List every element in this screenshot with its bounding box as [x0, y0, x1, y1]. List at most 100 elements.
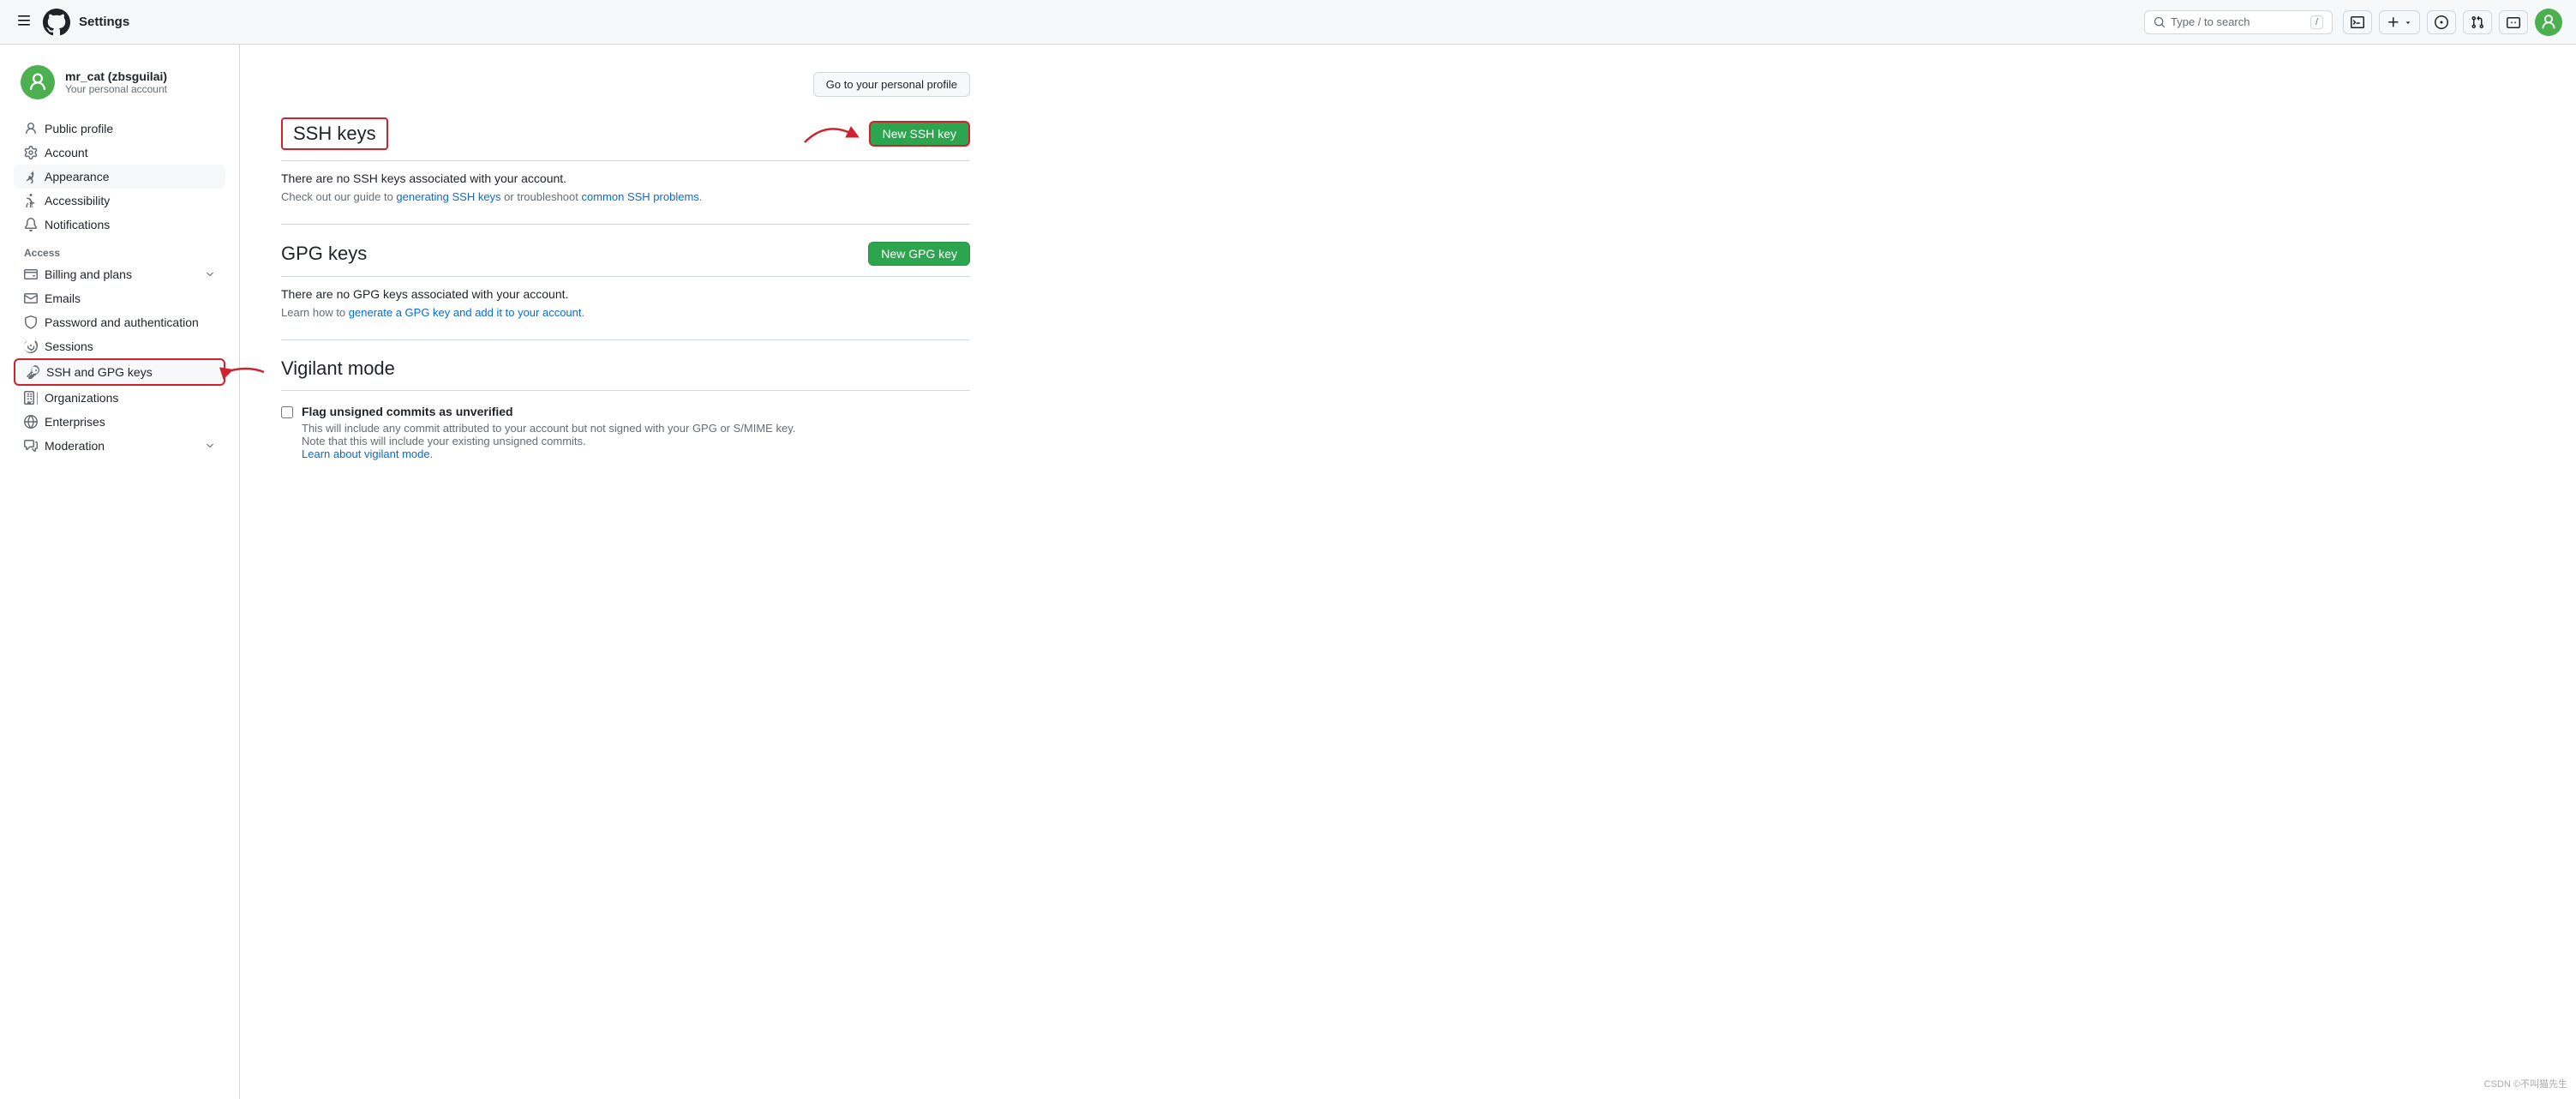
ssh-help-text: Check out our guide to generating SSH ke… — [281, 190, 970, 203]
search-kbd: / — [2310, 15, 2323, 29]
gpg-section-title: GPG keys — [281, 243, 367, 265]
pullrequest-button[interactable] — [2463, 10, 2492, 34]
inbox-button[interactable] — [2499, 10, 2528, 34]
main-content: Go to your personal profile SSH keys New… — [240, 45, 1011, 1099]
key-icon — [26, 365, 39, 379]
chevron-down-icon — [205, 269, 215, 279]
sidebar-item-moderation[interactable]: Moderation — [14, 434, 225, 458]
gpg-help-prefix: Learn how to — [281, 306, 349, 319]
sidebar-label-moderation: Moderation — [45, 439, 105, 453]
accessibility-icon — [24, 194, 38, 207]
ssh-help-link2[interactable]: common SSH problems — [582, 190, 699, 203]
sidebar-item-billing[interactable]: Billing and plans — [14, 262, 225, 286]
sidebar-label-accessibility: Accessibility — [45, 194, 110, 207]
sidebar-label-organizations: Organizations — [45, 391, 118, 405]
card-icon — [24, 267, 38, 281]
ssh-empty-msg: There are no SSH keys associated with yo… — [281, 171, 970, 185]
gpg-section: GPG keys New GPG key There are no GPG ke… — [281, 242, 970, 319]
paintbrush-icon — [24, 170, 38, 183]
chevron-down-moderation-icon — [205, 441, 215, 451]
sidebar-item-notifications[interactable]: Notifications — [14, 213, 225, 237]
main-layout: mr_cat (zbsguilai) Your personal account… — [0, 45, 2576, 1099]
vigilant-checkbox[interactable] — [281, 406, 293, 418]
sidebar-arrow-icon — [217, 357, 268, 387]
gpg-empty-msg: There are no GPG keys associated with yo… — [281, 287, 970, 301]
gpg-vigilant-divider — [281, 339, 970, 340]
create-button[interactable] — [2379, 10, 2420, 34]
ssh-help-link1[interactable]: generating SSH keys — [396, 190, 500, 203]
vigilant-checkbox-label[interactable]: Flag unsigned commits as unverified — [302, 405, 513, 418]
sidebar-item-password[interactable]: Password and authentication — [14, 310, 225, 334]
sidebar-profile-info: mr_cat (zbsguilai) Your personal account — [65, 69, 167, 95]
go-to-profile-button[interactable]: Go to your personal profile — [813, 72, 970, 97]
sidebar-label-ssh-gpg: SSH and GPG keys — [46, 365, 153, 379]
sidebar-label-billing: Billing and plans — [45, 267, 132, 281]
vigilant-checkbox-content: Flag unsigned commits as unverified This… — [302, 405, 795, 460]
sidebar-item-emails[interactable]: Emails — [14, 286, 225, 310]
github-logo — [43, 9, 70, 36]
sidebar-label-password: Password and authentication — [45, 315, 199, 329]
watermark: CSDN ©不叫猫先生 — [2484, 1077, 2567, 1090]
vigilant-learn-link[interactable]: Learn about vigilant mode — [302, 447, 430, 460]
vigilant-title: Vigilant mode — [281, 357, 970, 380]
ssh-gpg-divider — [281, 224, 970, 225]
bell-icon — [24, 218, 38, 231]
sidebar-item-organizations[interactable]: Organizations — [14, 386, 225, 410]
sidebar-label-notifications: Notifications — [45, 218, 110, 231]
user-avatar[interactable] — [2535, 9, 2562, 36]
topnav-title: Settings — [79, 15, 129, 29]
mail-icon — [24, 291, 38, 305]
sidebar-item-public-profile[interactable]: Public profile — [14, 117, 225, 141]
sidebar-label-enterprises: Enterprises — [45, 415, 105, 429]
vigilant-desc1: This will include any commit attributed … — [302, 422, 795, 435]
vigilant-desc2: Note that this will include your existin… — [302, 435, 586, 447]
globe-icon — [24, 415, 38, 429]
sidebar-item-sessions[interactable]: Sessions — [14, 334, 225, 358]
sidebar-label-account: Account — [45, 146, 88, 159]
ssh-help-suffix: . — [699, 190, 703, 203]
ssh-section-header: SSH keys New SSH key — [281, 117, 970, 161]
vigilant-divider — [281, 390, 970, 391]
sidebar-label-sessions: Sessions — [45, 339, 93, 353]
person-icon — [24, 122, 38, 135]
search-placeholder: Type / to search — [2171, 15, 2250, 28]
sidebar-access-nav: Billing and plans Emails — [14, 262, 225, 458]
ssh-section: SSH keys New SSH key There are no SSH ke — [281, 117, 970, 203]
sidebar-item-ssh-gpg[interactable]: SSH and GPG keys — [14, 358, 225, 386]
vigilant-checkbox-row: Flag unsigned commits as unverified This… — [281, 405, 970, 460]
vigilant-section: Vigilant mode Flag unsigned commits as u… — [281, 357, 970, 460]
sidebar-item-accessibility[interactable]: Accessibility — [14, 189, 225, 213]
sidebar-username: mr_cat (zbsguilai) — [65, 69, 167, 83]
hamburger-button[interactable] — [14, 10, 34, 33]
new-ssh-arrow-icon — [800, 117, 860, 151]
sidebar-subtitle: Your personal account — [65, 83, 167, 95]
sidebar: mr_cat (zbsguilai) Your personal account… — [0, 45, 240, 1099]
go-to-profile-area: Go to your personal profile — [281, 72, 970, 97]
sidebar-item-enterprises[interactable]: Enterprises — [14, 410, 225, 434]
access-section-label: Access — [14, 237, 225, 262]
topnav-left: Settings — [14, 9, 2134, 36]
top-navigation: Settings Type / to search / — [0, 0, 2576, 45]
terminal-button[interactable] — [2343, 10, 2372, 34]
comment-icon — [24, 439, 38, 453]
sidebar-profile: mr_cat (zbsguilai) Your personal account — [14, 65, 225, 99]
sidebar-avatar — [21, 65, 55, 99]
gpg-help-suffix: . — [582, 306, 585, 319]
new-gpg-key-button[interactable]: New GPG key — [868, 242, 970, 266]
vigilant-period: . — [430, 447, 434, 460]
gear-icon — [24, 146, 38, 159]
sidebar-item-appearance[interactable]: Appearance — [14, 165, 225, 189]
ssh-section-title: SSH keys — [281, 117, 388, 150]
gpg-section-header: GPG keys New GPG key — [281, 242, 970, 277]
sidebar-nav: Public profile Account Appearanc — [14, 117, 225, 237]
search-icon — [2154, 16, 2166, 28]
gpg-help-link1[interactable]: generate a GPG key and add it to your ac… — [349, 306, 582, 319]
issues-button[interactable] — [2427, 10, 2456, 34]
vigilant-checkbox-desc: This will include any commit attributed … — [302, 422, 795, 460]
search-bar[interactable]: Type / to search / — [2144, 10, 2333, 34]
sidebar-label-appearance: Appearance — [45, 170, 110, 183]
new-ssh-key-wrapper: New SSH key — [869, 121, 970, 147]
new-ssh-key-button[interactable]: New SSH key — [869, 121, 970, 147]
gpg-help-text: Learn how to generate a GPG key and add … — [281, 306, 970, 319]
sidebar-item-account[interactable]: Account — [14, 141, 225, 165]
